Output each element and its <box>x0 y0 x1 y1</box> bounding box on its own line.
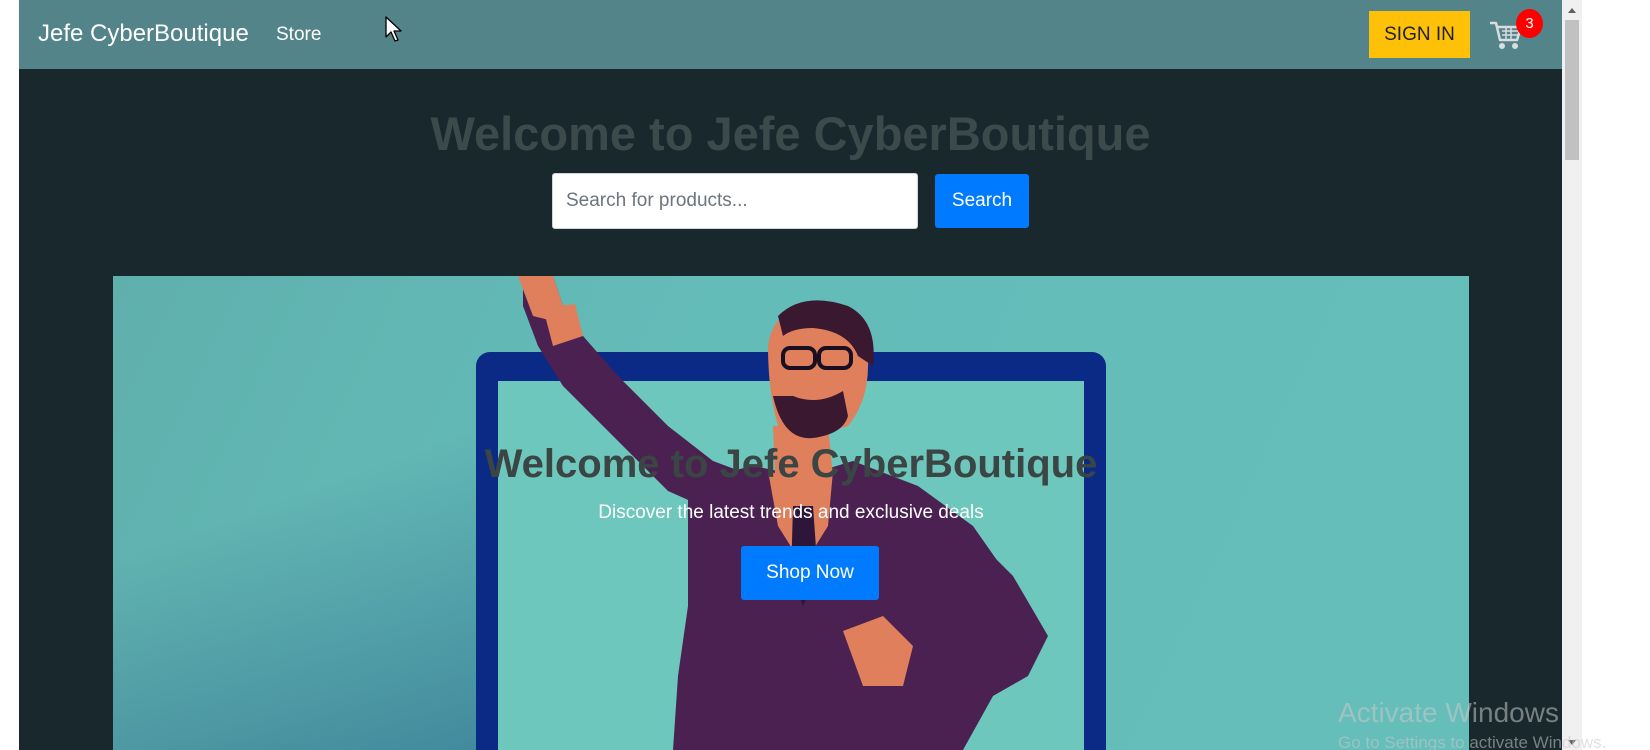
vertical-scrollbar[interactable] <box>1562 0 1582 750</box>
brand-logo[interactable]: Jefe CyberBoutique <box>38 20 249 48</box>
cart-count-badge: 3 <box>1516 9 1543 38</box>
sign-in-button[interactable]: SIGN IN <box>1369 11 1470 58</box>
navbar: Jefe CyberBoutique Store SIGN IN 3 <box>19 0 1562 69</box>
windows-activation-subtitle: Go to Settings to activate Windows. <box>1338 733 1607 750</box>
page-title: Welcome to Jefe CyberBoutique <box>430 107 1151 160</box>
scroll-up-arrow-icon[interactable] <box>1562 0 1582 20</box>
hero-title: Welcome to Jefe CyberBoutique <box>484 442 1098 486</box>
scroll-thumb[interactable] <box>1565 20 1579 160</box>
windows-activation-title: Activate Windows <box>1338 697 1559 728</box>
page: Jefe CyberBoutique Store SIGN IN 3 Welco… <box>19 0 1562 750</box>
search-input[interactable] <box>552 173 918 229</box>
search-button[interactable]: Search <box>935 174 1029 228</box>
shop-now-button[interactable]: Shop Now <box>741 546 879 600</box>
hero-banner: Welcome to Jefe CyberBoutique Discover t… <box>113 276 1469 750</box>
mouse-cursor-icon <box>385 16 402 42</box>
hero-subtitle: Discover the latest trends and exclusive… <box>598 502 984 523</box>
nav-link-store[interactable]: Store <box>276 24 321 46</box>
